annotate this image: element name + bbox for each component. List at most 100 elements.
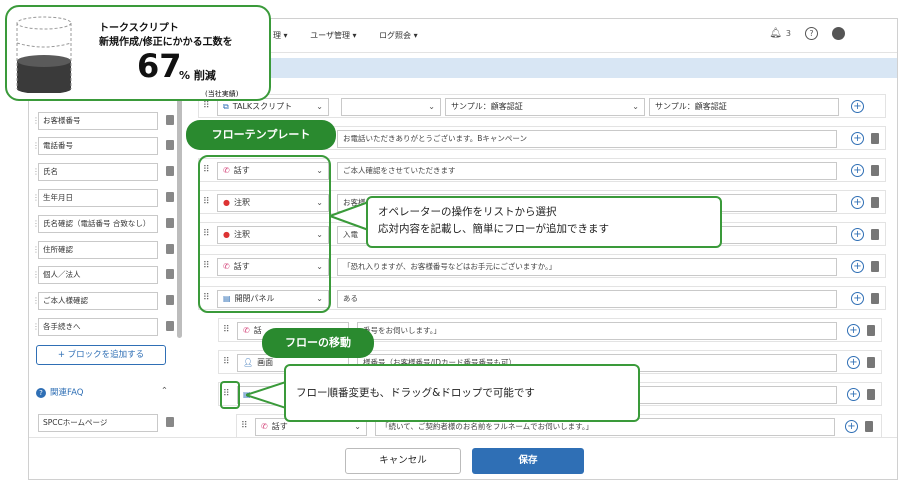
help-icon[interactable]: ? — [805, 27, 818, 40]
add-row-icon[interactable]: + — [851, 292, 864, 305]
block-label: 個人／法人 — [38, 266, 158, 284]
flow-row-text[interactable]: ご本人確認をさせていただきます — [337, 162, 837, 180]
add-row-icon[interactable]: + — [851, 164, 864, 177]
sample-select-1-value: サンプル：顧客認証 — [451, 102, 523, 111]
notification-count: 3 — [785, 29, 791, 38]
list-item[interactable]: ⋮ 住所確認 — [32, 241, 178, 259]
trash-icon[interactable] — [166, 140, 174, 150]
script-select-value: TALKスクリプト — [232, 102, 293, 111]
sample-select-2-value: サンプル：顧客認証 — [655, 102, 727, 111]
block-label: 各手続きへ — [38, 318, 158, 336]
add-row-icon[interactable]: + — [851, 100, 864, 113]
add-row-icon[interactable]: + — [847, 324, 860, 337]
trash-icon[interactable] — [871, 165, 879, 176]
nav-item-log-inquiry[interactable]: ログ照会 ▾ — [379, 31, 418, 40]
badge-note: (当社実績) — [205, 90, 239, 98]
trash-icon[interactable] — [865, 421, 873, 432]
phone-icon: ✆ — [261, 422, 268, 431]
flow-row-text[interactable]: 「恐れ入りますが、お客様番号などはお手元にございますか。」 — [337, 258, 837, 276]
main-nav: 理 ▾ ユーザ管理 ▾ ログ照会 ▾ — [273, 30, 438, 41]
trash-icon[interactable] — [166, 192, 174, 202]
trash-icon[interactable] — [166, 115, 174, 125]
category-select[interactable]: ⌄ — [341, 98, 441, 116]
sidebar-scrollbar[interactable] — [177, 68, 182, 338]
trash-icon[interactable] — [867, 325, 875, 336]
flow-template-label: フローテンプレート — [186, 120, 336, 150]
chevron-down-icon: ⌄ — [428, 102, 435, 111]
list-item[interactable]: ⋮ お客様番号 — [32, 112, 178, 130]
faq-item[interactable]: SPCCホームページ — [38, 414, 178, 432]
sample-select-1[interactable]: サンプル：顧客認証 ⌄ — [445, 98, 645, 116]
nav-item-user-management[interactable]: ユーザ管理 ▾ — [310, 31, 356, 40]
operation-value: 話 — [253, 326, 262, 335]
trash-icon[interactable] — [871, 197, 879, 208]
flow-move-label: フローの移動 — [262, 328, 374, 358]
operation-select-callout: オペレーターの操作をリストから選択 応対内容を記載し、簡単にフローが追加できます — [366, 196, 722, 248]
add-row-icon[interactable]: + — [851, 132, 864, 145]
drag-handle-icon[interactable]: ⠿ — [203, 101, 210, 111]
add-block-button[interactable]: + ブロックを追加する — [36, 345, 166, 365]
drag-handle-icon[interactable]: ⠿ — [223, 357, 230, 367]
operation-value: 画面 — [257, 358, 274, 367]
trash-icon[interactable] — [871, 133, 879, 144]
database-gauge-icon — [16, 16, 72, 93]
chevron-up-icon[interactable]: ⌃ — [161, 386, 168, 396]
drag-handle-icon[interactable]: ⠿ — [241, 421, 248, 431]
phone-icon: ✆ — [243, 326, 250, 335]
block-label: 氏名 — [38, 163, 158, 181]
add-row-icon[interactable]: + — [851, 228, 864, 241]
trash-icon[interactable] — [166, 166, 174, 176]
list-item[interactable]: ⋮ 個人／法人 — [32, 266, 178, 284]
flow-row-text[interactable]: 番号をお伺いします。」 — [357, 322, 837, 340]
trash-icon[interactable] — [871, 293, 879, 304]
trash-icon[interactable] — [867, 357, 875, 368]
related-faq-header[interactable]: ? 関連FAQ ⌃ — [36, 386, 176, 398]
drag-drop-callout: フロー順番変更も、ドラッグ&ドロップで可能です — [284, 364, 640, 422]
add-row-icon[interactable]: + — [851, 196, 864, 209]
trash-icon[interactable] — [166, 269, 174, 279]
nav-item-admin[interactable]: 理 ▾ — [273, 31, 288, 40]
trash-icon[interactable] — [871, 261, 879, 272]
user-icon[interactable] — [832, 27, 845, 40]
list-item[interactable]: ⋮ ご本人様確認 — [32, 292, 178, 310]
drag-handle-icon[interactable]: ⠿ — [223, 325, 230, 335]
top-icons: 🔔︎ 3 ? — [769, 27, 845, 40]
block-label: 生年月日 — [38, 189, 158, 207]
trash-icon[interactable] — [166, 295, 174, 305]
add-row-icon[interactable]: + — [847, 356, 860, 369]
bell-icon[interactable]: 🔔︎ — [769, 28, 782, 39]
flow-row-text[interactable]: ある — [337, 290, 837, 308]
badge-subtitle: 新規作成/修正にかかる工数を — [99, 37, 233, 48]
chevron-down-icon: ⌄ — [316, 102, 323, 111]
save-button[interactable]: 保存 — [472, 448, 584, 474]
list-item[interactable]: ⋮ 氏名 — [32, 163, 178, 181]
list-item[interactable]: ⋮ 各手続きへ — [32, 318, 178, 336]
person-icon: 👤︎ — [243, 358, 254, 367]
trash-icon[interactable] — [166, 218, 174, 228]
faq-label: 関連FAQ — [50, 388, 84, 398]
sample-select-2[interactable]: サンプル：顧客認証 — [649, 98, 839, 116]
badge-number: 67 — [137, 47, 182, 85]
list-item[interactable]: ⋮ 氏名確認（電話番号 合致なし） — [32, 215, 178, 233]
block-label: ご本人様確認 — [38, 292, 158, 310]
flow-row-text[interactable]: お電話いただきありがとうございます。Bキャンペーン — [337, 130, 837, 148]
block-label: 氏名確認（電話番号 合致なし） — [38, 215, 158, 233]
trash-icon[interactable] — [166, 321, 174, 331]
callout-line-1: オペレーターの操作をリストから選択 — [378, 206, 557, 218]
operation-list-highlight — [198, 155, 331, 313]
trash-icon[interactable] — [166, 244, 174, 254]
list-item[interactable]: ⋮ 電話番号 — [32, 137, 178, 155]
chevron-down-icon: ⌄ — [632, 102, 639, 111]
reduction-badge: トークスクリプト 新規作成/修正にかかる工数を 67 % 削減 (当社実績) — [5, 5, 271, 101]
add-row-icon[interactable]: + — [847, 388, 860, 401]
badge-unit: % 削減 — [179, 69, 216, 82]
list-item[interactable]: ⋮ 生年月日 — [32, 189, 178, 207]
trash-icon[interactable] — [871, 229, 879, 240]
add-row-icon[interactable]: + — [851, 260, 864, 273]
trash-icon[interactable] — [166, 417, 174, 427]
block-label: 電話番号 — [38, 137, 158, 155]
cancel-button[interactable]: キャンセル — [345, 448, 461, 474]
operation-value: 話す — [271, 422, 288, 431]
add-row-icon[interactable]: + — [845, 420, 858, 433]
trash-icon[interactable] — [867, 389, 875, 400]
